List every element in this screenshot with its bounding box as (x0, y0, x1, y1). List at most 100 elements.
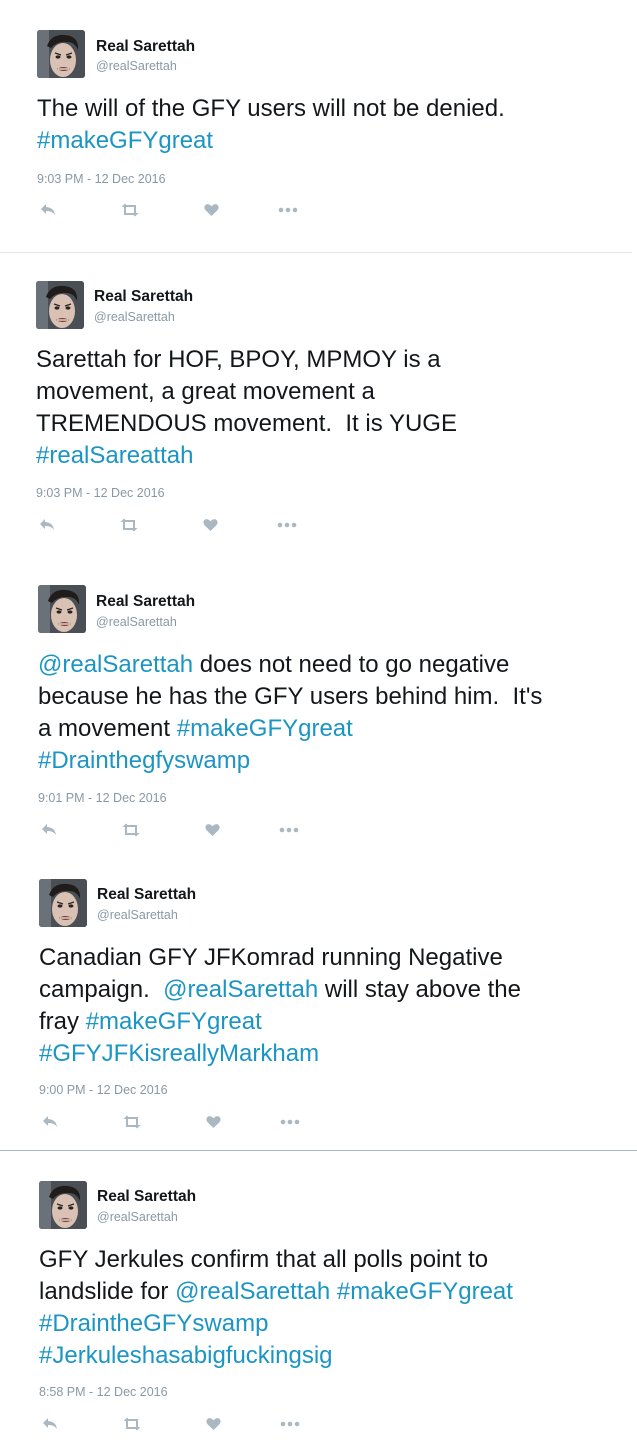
more-icon (280, 1421, 300, 1427)
avatar[interactable] (37, 30, 85, 78)
tweet-text-line: landslide for @realSarettah #makeGFYgrea… (39, 1276, 513, 1308)
like-button[interactable] (202, 1112, 224, 1132)
timestamp[interactable]: 9:03 PM - 12 Dec 2016 (36, 486, 165, 500)
text-segment: will stay above the (318, 976, 521, 1003)
more-button[interactable] (278, 820, 300, 840)
tweet-text-line: GFY Jerkules confirm that all polls poin… (39, 1244, 513, 1276)
reply-icon (39, 518, 55, 532)
timestamp[interactable]: 9:00 PM - 12 Dec 2016 (39, 1083, 168, 1097)
avatar[interactable] (36, 281, 84, 329)
handle[interactable]: @realSarettah (97, 1210, 178, 1224)
display-name[interactable]: Real Sarettah (94, 288, 193, 306)
hashtag-link[interactable]: #makeGFYgreat (37, 127, 213, 154)
hashtag-link[interactable]: #makeGFYgreat (337, 1278, 513, 1305)
mention-link[interactable]: @realSarettah (38, 651, 193, 678)
tweet-actions (36, 515, 316, 535)
text-segment: campaign. (39, 976, 164, 1003)
avatar[interactable] (39, 1181, 87, 1229)
text-segment: does not need to go negative (193, 651, 510, 678)
tweet-text-line: because he has the GFY users behind him.… (38, 681, 542, 713)
more-button[interactable] (279, 1414, 301, 1434)
hashtag-link[interactable]: #makeGFYgreat (86, 1008, 262, 1035)
avatar[interactable] (38, 585, 86, 633)
text-segment: fray (39, 1008, 86, 1035)
timestamp[interactable]: 9:01 PM - 12 Dec 2016 (38, 791, 167, 805)
reply-icon (42, 1417, 58, 1431)
text-segment: because he has the GFY users behind him.… (38, 683, 543, 710)
tweet-1: Real Sarettah @realSarettah The will of … (0, 0, 637, 252)
display-name[interactable]: Real Sarettah (97, 886, 196, 904)
mention-link[interactable]: @realSarettah (163, 976, 318, 1003)
more-button[interactable] (276, 515, 298, 535)
handle[interactable]: @realSarettah (94, 310, 175, 324)
tweet-actions (38, 820, 318, 840)
like-icon (202, 518, 218, 532)
like-button[interactable] (201, 820, 223, 840)
tweet-text-line: a movement #makeGFYgreat (38, 713, 542, 745)
hashtag-link[interactable]: #GFYJFKisreallyMarkham (39, 1040, 319, 1067)
tweet-text-line: campaign. @realSarettah will stay above … (39, 974, 521, 1006)
timestamp[interactable]: 8:58 PM - 12 Dec 2016 (39, 1385, 168, 1399)
tweet-text: Sarettah for HOF, BPOY, MPMOY is a moveme… (36, 344, 457, 472)
retweet-button[interactable] (121, 1414, 143, 1434)
hashtag-link[interactable]: #Drainthegfyswamp (38, 747, 250, 774)
display-name[interactable]: Real Sarettah (96, 593, 195, 611)
text-segment: The will of the GFY users will not be de… (37, 95, 505, 122)
retweet-button[interactable] (118, 515, 140, 535)
tweet-text-line: movement, a great movement a (36, 376, 457, 408)
tweet-text-line: @realSarettah does not need to go negati… (38, 649, 542, 681)
like-button[interactable] (202, 1414, 224, 1434)
handle[interactable]: @realSarettah (97, 908, 178, 922)
tweet-actions (39, 1414, 319, 1434)
display-name[interactable]: Real Sarettah (96, 38, 195, 56)
reply-button[interactable] (36, 515, 58, 535)
handle[interactable]: @realSarettah (96, 615, 177, 629)
like-icon (203, 203, 219, 217)
text-segment: a movement (38, 715, 177, 742)
reply-icon (42, 1115, 58, 1129)
tweet-text: @realSarettah does not need to go negati… (38, 649, 542, 777)
retweet-icon (121, 823, 141, 837)
tweet-text-line: #Jerkuleshasabigfuckingsig (39, 1340, 513, 1372)
display-name[interactable]: Real Sarettah (97, 1188, 196, 1206)
reply-button[interactable] (39, 1112, 61, 1132)
retweet-icon (120, 203, 140, 217)
text-segment: Canadian GFY JFKomrad running Negative (39, 944, 503, 971)
tweet-text-line: Sarettah for HOF, BPOY, MPMOY is a (36, 344, 457, 376)
tweet-text-line: fray #makeGFYgreat (39, 1006, 521, 1038)
hashtag-link[interactable]: #realSareattah (36, 442, 193, 469)
tweet-text-line: #makeGFYgreat (37, 125, 505, 157)
tweet-text-line: The will of the GFY users will not be de… (37, 93, 505, 125)
tweet-actions (39, 1112, 319, 1132)
hashtag-link[interactable]: #Jerkuleshasabigfuckingsig (39, 1342, 333, 1369)
retweet-button[interactable] (119, 200, 141, 220)
tweet-3: Real Sarettah @realSarettah @realSaretta… (0, 563, 637, 873)
retweet-button[interactable] (120, 820, 142, 840)
text-segment (330, 1278, 337, 1305)
mention-link[interactable]: @realSarettah (175, 1278, 330, 1305)
more-button[interactable] (277, 200, 299, 220)
tweet-text-line: #GFYJFKisreallyMarkham (39, 1038, 521, 1070)
more-button[interactable] (279, 1112, 301, 1132)
hashtag-link[interactable]: #makeGFYgreat (177, 715, 353, 742)
more-icon (279, 827, 299, 833)
retweet-button[interactable] (121, 1112, 143, 1132)
reply-button[interactable] (37, 200, 59, 220)
handle[interactable]: @realSarettah (96, 59, 177, 73)
tweet-text: GFY Jerkules confirm that all polls poin… (39, 1244, 513, 1372)
tweet-5: Real Sarettah @realSarettah GFY Jerkules… (0, 1151, 637, 1455)
tweet-text-line: TREMENDOUS movement. It is YUGE (36, 408, 457, 440)
like-button[interactable] (199, 515, 221, 535)
like-icon (205, 1417, 221, 1431)
hashtag-link[interactable]: #DraintheGFYswamp (39, 1310, 268, 1337)
reply-button[interactable] (39, 1414, 61, 1434)
text-segment: landslide for (39, 1278, 176, 1305)
tweet-text-line: #DraintheGFYswamp (39, 1308, 513, 1340)
reply-button[interactable] (38, 820, 60, 840)
more-icon (277, 522, 297, 528)
tweet-2: Real Sarettah @realSarettah Sarettah for… (0, 253, 637, 563)
like-button[interactable] (200, 200, 222, 220)
timestamp[interactable]: 9:03 PM - 12 Dec 2016 (37, 172, 166, 186)
avatar[interactable] (39, 879, 87, 927)
reply-icon (41, 823, 57, 837)
